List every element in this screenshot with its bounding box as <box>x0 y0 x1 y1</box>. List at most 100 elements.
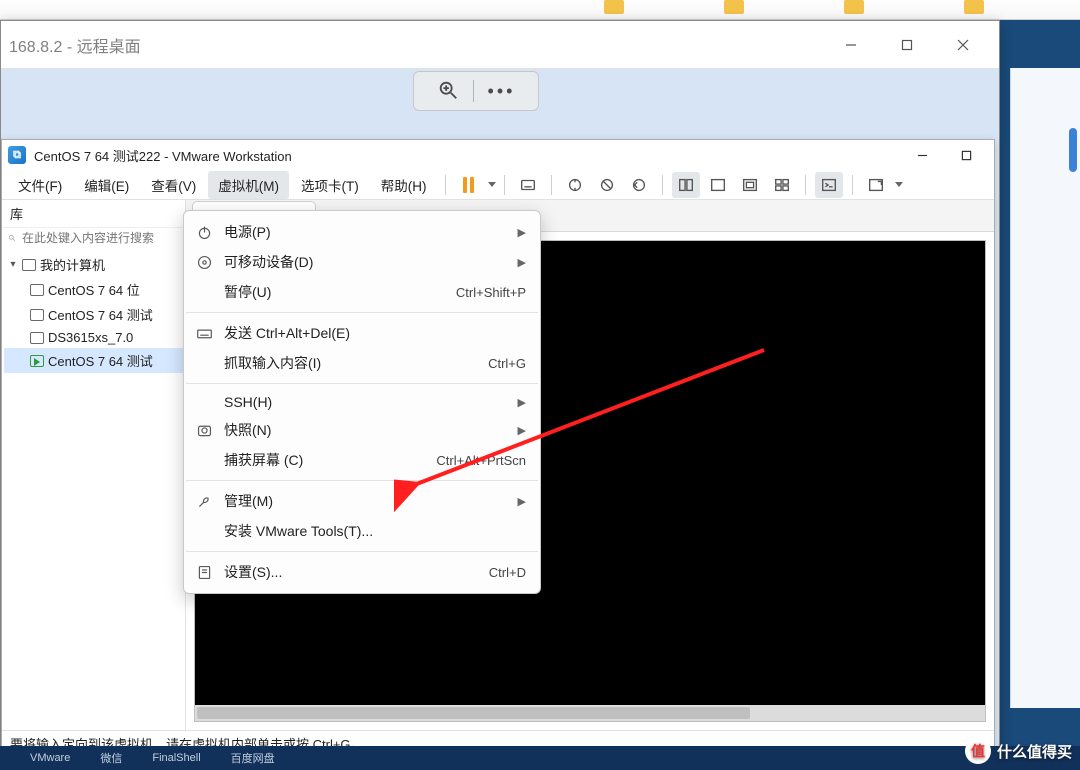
view-thumbnail-button[interactable] <box>768 172 796 198</box>
separator <box>473 80 474 102</box>
menu-separator <box>186 551 538 552</box>
tree-vm-item-selected[interactable]: CentOS 7 64 测试 <box>4 348 183 373</box>
view-unity-button[interactable] <box>736 172 764 198</box>
disc-icon <box>194 254 214 271</box>
shortcut-label: Ctrl+D <box>489 565 526 580</box>
vm-icon <box>30 284 44 296</box>
rdp-titlebar[interactable]: 168.8.2 - 远程桌面 <box>1 21 999 69</box>
separator <box>445 175 446 195</box>
separator <box>551 175 552 195</box>
menu-settings[interactable]: 设置(S)... Ctrl+D <box>184 557 540 587</box>
menu-pause[interactable]: 暂停(U) Ctrl+Shift+P <box>184 277 540 307</box>
separator <box>852 175 853 195</box>
vm-dropdown-menu: 电源(P) ▶ 可移动设备(D) ▶ 暂停(U) Ctrl+Shift+P 发送… <box>183 210 541 594</box>
shortcut-label: Ctrl+Alt+PrtScn <box>436 453 526 468</box>
scroll-handle[interactable] <box>1069 128 1077 172</box>
background-window-sliver <box>1010 68 1080 708</box>
menu-separator <box>186 480 538 481</box>
search-icon <box>8 231 16 245</box>
vm-icon <box>30 309 44 321</box>
host-desktop-strip <box>0 0 1080 20</box>
snapshot-icon <box>194 422 214 439</box>
vm-icon <box>30 332 44 344</box>
taskbar-item[interactable]: 微信 <box>100 750 122 766</box>
rdp-toolbar-pill[interactable]: ••• <box>413 71 539 111</box>
vmware-sidebar: 库 ▾ 我的计算机 CentOS 7 <box>2 200 186 730</box>
vmware-title: CentOS 7 64 测试222 - VMware Workstation <box>34 146 900 165</box>
menu-view[interactable]: 查看(V) <box>141 171 206 199</box>
tree-root[interactable]: ▾ 我的计算机 <box>4 252 183 277</box>
sidebar-header: 库 <box>10 204 23 223</box>
search-input[interactable] <box>20 230 179 246</box>
menu-removable-devices[interactable]: 可移动设备(D) ▶ <box>184 247 540 277</box>
more-icon[interactable]: ••• <box>488 82 516 100</box>
chevron-down-icon[interactable] <box>488 182 496 187</box>
tree-root-label: 我的计算机 <box>40 255 105 274</box>
snapshot-button[interactable] <box>561 172 589 198</box>
shortcut-label: Ctrl+G <box>488 356 526 371</box>
menu-file[interactable]: 文件(F) <box>8 171 72 199</box>
menu-grab-input[interactable]: 抓取输入内容(I) Ctrl+G <box>184 348 540 378</box>
zoom-icon[interactable] <box>437 79 459 104</box>
submenu-arrow-icon: ▶ <box>518 226 526 239</box>
taskbar-item[interactable]: 百度网盘 <box>231 750 275 766</box>
send-cad-button[interactable] <box>514 172 542 198</box>
tree-vm-item[interactable]: CentOS 7 64 测试 <box>4 302 183 327</box>
close-button[interactable] <box>935 26 991 64</box>
view-single-button[interactable] <box>704 172 732 198</box>
power-icon <box>194 224 214 241</box>
menu-help[interactable]: 帮助(H) <box>371 171 437 199</box>
wrench-icon <box>194 493 214 510</box>
windows-taskbar[interactable]: VMware 微信 FinalShell 百度网盘 <box>0 746 1080 770</box>
menu-separator <box>186 383 538 384</box>
separator <box>662 175 663 195</box>
sidebar-search[interactable] <box>2 228 185 248</box>
vmw-minimize-button[interactable] <box>900 141 944 169</box>
keyboard-icon <box>194 325 214 342</box>
console-scrollbar[interactable] <box>195 705 985 721</box>
computer-icon <box>22 259 36 271</box>
maximize-button[interactable] <box>879 26 935 64</box>
fullscreen-button[interactable] <box>862 172 890 198</box>
vm-label: CentOS 7 64 位 <box>48 280 140 299</box>
menu-capture-screen[interactable]: 捕获屏幕 (C) Ctrl+Alt+PrtScn <box>184 445 540 475</box>
vm-running-icon <box>30 355 44 367</box>
submenu-arrow-icon: ▶ <box>518 495 526 508</box>
chevron-down-icon[interactable] <box>895 182 903 187</box>
submenu-arrow-icon: ▶ <box>518 424 526 437</box>
revert-button[interactable] <box>625 172 653 198</box>
rdp-title: 168.8.2 - 远程桌面 <box>9 33 823 57</box>
menu-power[interactable]: 电源(P) ▶ <box>184 217 540 247</box>
watermark: 值 什么值得买 <box>965 738 1072 764</box>
menu-snapshot[interactable]: 快照(N) ▶ <box>184 415 540 445</box>
vmware-titlebar[interactable]: ⧉ CentOS 7 64 测试222 - VMware Workstation <box>2 140 994 170</box>
menu-vm[interactable]: 虚拟机(M) <box>208 171 289 199</box>
menu-separator <box>186 312 538 313</box>
tree-vm-item[interactable]: CentOS 7 64 位 <box>4 277 183 302</box>
taskbar-item[interactable]: FinalShell <box>152 752 200 764</box>
menu-manage[interactable]: 管理(M) ▶ <box>184 486 540 516</box>
vmw-maximize-button[interactable] <box>944 141 988 169</box>
tree-vm-item[interactable]: DS3615xs_7.0 <box>4 327 183 348</box>
submenu-arrow-icon: ▶ <box>518 256 526 269</box>
console-view-button[interactable] <box>815 172 843 198</box>
vm-label: DS3615xs_7.0 <box>48 330 133 345</box>
view-console-button[interactable] <box>672 172 700 198</box>
menu-tabs[interactable]: 选项卡(T) <box>291 171 369 199</box>
menu-edit[interactable]: 编辑(E) <box>74 171 139 199</box>
minimize-button[interactable] <box>823 26 879 64</box>
snapshot-manager-button[interactable] <box>593 172 621 198</box>
settings-icon <box>194 564 214 581</box>
menu-send-cad[interactable]: 发送 Ctrl+Alt+Del(E) <box>184 318 540 348</box>
menu-install-vmware-tools[interactable]: 安装 VMware Tools(T)... <box>184 516 540 546</box>
pause-button[interactable] <box>455 172 483 198</box>
vmware-menubar: 文件(F) 编辑(E) 查看(V) 虚拟机(M) 选项卡(T) 帮助(H) <box>2 170 994 200</box>
taskbar-item[interactable]: VMware <box>30 752 70 764</box>
vmware-logo-icon: ⧉ <box>8 146 26 164</box>
menu-ssh[interactable]: SSH(H) ▶ <box>184 389 540 415</box>
separator <box>805 175 806 195</box>
submenu-arrow-icon: ▶ <box>518 396 526 409</box>
vm-label: CentOS 7 64 测试 <box>48 305 153 324</box>
shortcut-label: Ctrl+Shift+P <box>456 285 526 300</box>
vm-label: CentOS 7 64 测试 <box>48 351 153 370</box>
